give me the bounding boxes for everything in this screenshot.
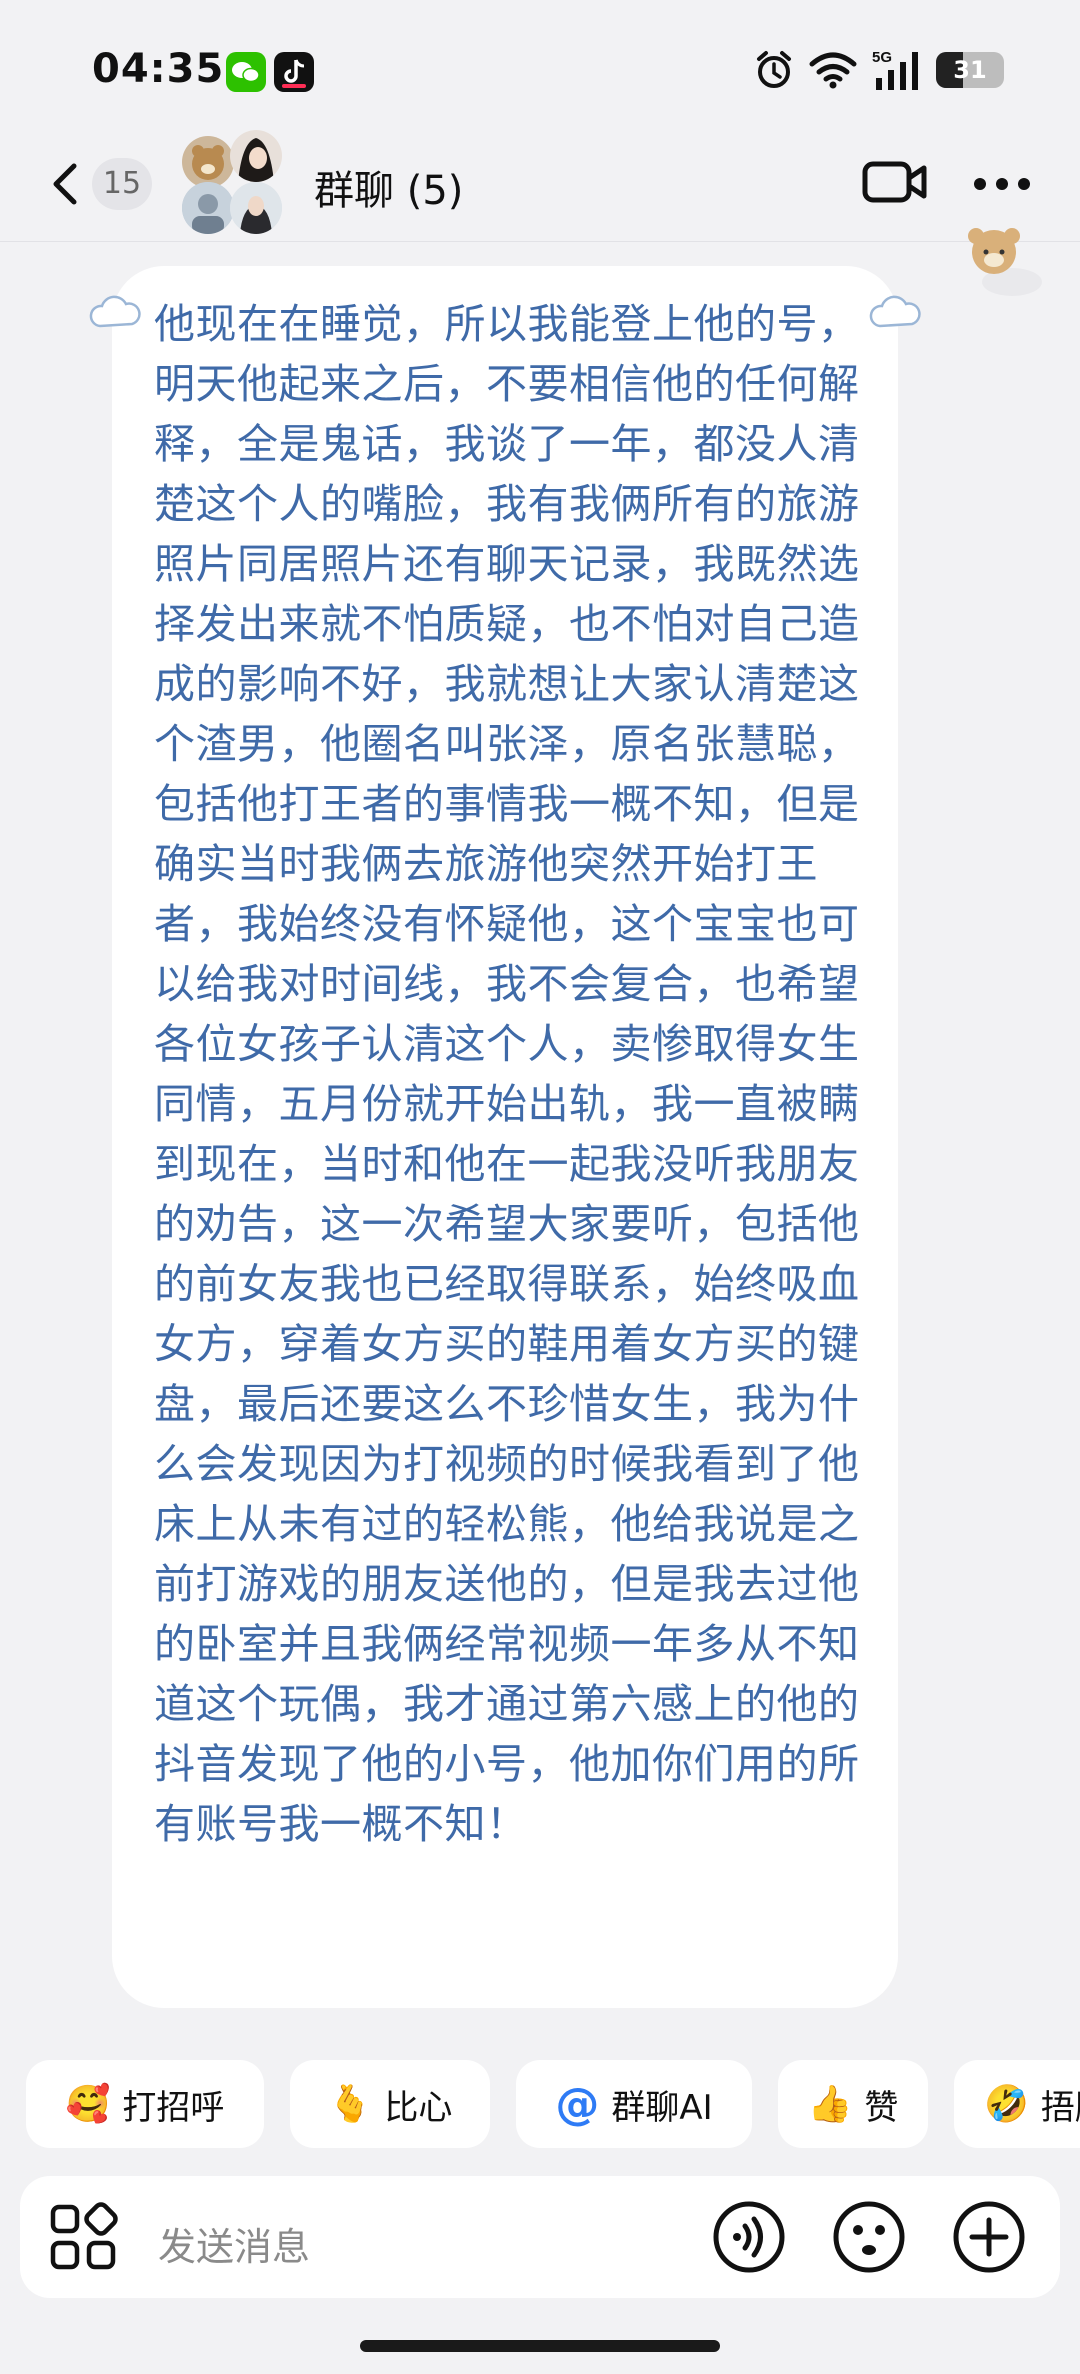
chevron-left-icon — [53, 163, 77, 205]
home-indicator — [360, 2340, 720, 2352]
cloud-icon — [89, 295, 141, 328]
laugh-cry-emoji-icon: 🤣 — [984, 2084, 1029, 2125]
alarm-icon — [757, 51, 791, 88]
avatar-member-2 — [230, 130, 282, 182]
quick-reply-heart[interactable]: 🫰 比心 — [290, 2060, 490, 2148]
avatar-member-3 — [182, 182, 234, 234]
battery-indicator: 31 — [936, 52, 1004, 88]
quick-reply-like[interactable]: 👍 赞 — [778, 2060, 928, 2148]
quick-reply-facepalm[interactable]: 🤣 捂脸 — [954, 2060, 1080, 2148]
group-avatar[interactable] — [178, 130, 282, 234]
hug-emoji-icon: 🥰 — [65, 2084, 111, 2125]
wechat-icon — [226, 52, 266, 92]
more-icon — [974, 178, 1030, 190]
video-call-icon — [862, 161, 927, 203]
bear-sticker-icon — [968, 228, 1042, 296]
quick-reply-label: 打招呼 — [122, 2087, 225, 2128]
unread-count-badge: 15 — [92, 158, 152, 210]
thumbs-up-emoji-icon: 👍 — [807, 2084, 853, 2125]
more-options-button[interactable] — [970, 154, 1034, 214]
quick-reply-label: 群聊AI — [611, 2087, 713, 2128]
emoji-icon[interactable] — [832, 2200, 906, 2274]
quick-reply-bar: 🥰 打招呼 🫰 比心 @ 群聊AI 👍 赞 🤣 捂脸 — [0, 2060, 1080, 2150]
quick-reply-label: 赞 — [864, 2087, 899, 2128]
quick-reply-label: 比心 — [384, 2087, 453, 2128]
quick-reply-greet[interactable]: 🥰 打招呼 — [26, 2060, 264, 2148]
at-icon: @ — [555, 2078, 600, 2130]
message-input-bar: 发送消息 — [20, 2176, 1060, 2298]
video-call-button[interactable] — [862, 150, 928, 214]
heart-hand-emoji-icon: 🫰 — [327, 2084, 373, 2125]
voice-icon[interactable] — [712, 2200, 786, 2274]
message-text: 他现在在睡觉，所以我能登上他的号，明天他起来之后，不要相信他的任何解释，全是鬼话… — [154, 300, 860, 1848]
status-time: 04:35 — [92, 46, 225, 92]
chat-header: 15 群聊 (5) — [0, 130, 1080, 242]
status-indicators: 5G 31 — [754, 46, 1004, 94]
quick-reply-label: 捂脸 — [1040, 2087, 1080, 2128]
apps-grid-icon[interactable] — [48, 2202, 118, 2272]
plus-icon[interactable] — [952, 2200, 1026, 2274]
avatar-member-1 — [182, 136, 234, 188]
quick-reply-group-ai[interactable]: @ 群聊AI — [516, 2060, 752, 2148]
message-input[interactable]: 发送消息 — [158, 2216, 310, 2271]
cloud-icon — [869, 295, 921, 328]
wifi-icon — [809, 52, 857, 89]
avatar-member-4 — [230, 182, 282, 234]
svg-text:5G: 5G — [872, 49, 892, 66]
back-button[interactable]: 15 — [44, 152, 154, 216]
battery-level: 31 — [953, 56, 987, 84]
status-bar: 04:35 5G 31 — [0, 0, 1080, 130]
douyin-icon — [274, 52, 314, 92]
5g-signal-icon: 5G — [872, 49, 918, 90]
chat-title[interactable]: 群聊 (5) — [314, 158, 463, 216]
